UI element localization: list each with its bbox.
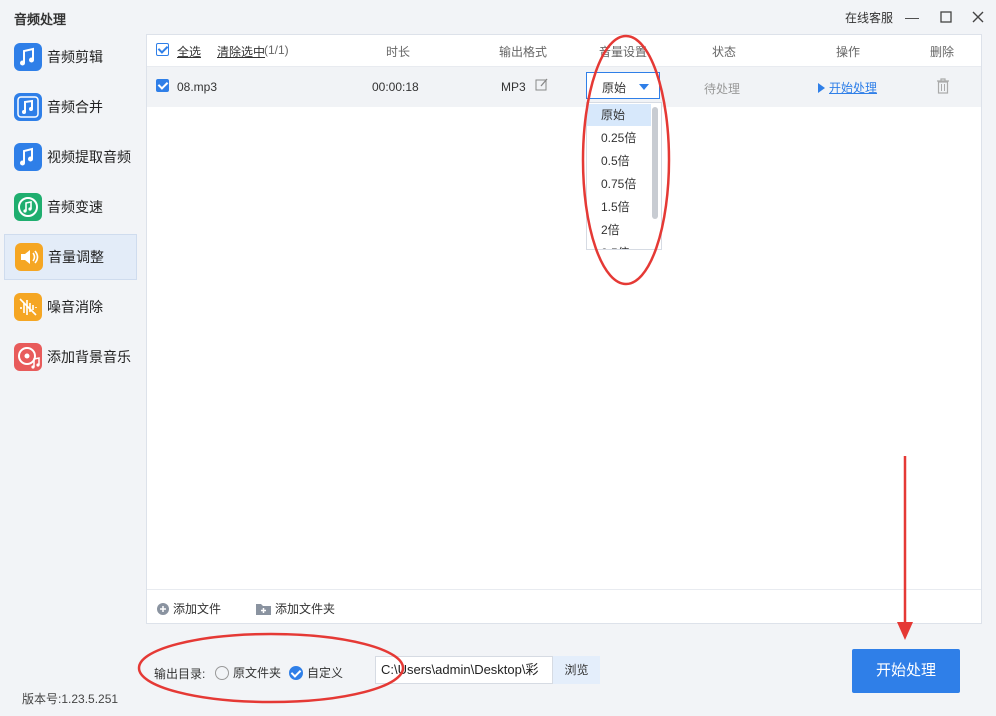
- sidebar-item-label: 视频提取音频: [47, 149, 131, 165]
- audio-cut-icon: [14, 43, 42, 71]
- radio-circle-checked: [289, 665, 303, 680]
- trash-icon[interactable]: [936, 78, 950, 97]
- select-all-checkbox[interactable]: [156, 43, 169, 57]
- bottom-bar: 输出目录: 原文件夹 自定义 C:\Users\admin\Desktop\彩 …: [0, 634, 996, 716]
- header-delete: 删除: [930, 45, 955, 59]
- volume-option[interactable]: 原始: [587, 104, 651, 126]
- clear-selection-link[interactable]: 清除选中: [217, 43, 265, 60]
- start-process-link[interactable]: 开始处理: [818, 79, 877, 96]
- plus-circle-icon: [157, 602, 169, 615]
- output-path-field[interactable]: C:\Users\admin\Desktop\彩: [375, 656, 553, 684]
- file-name: 08.mp3: [177, 80, 218, 94]
- table-header: 全选 清除选中 (1/1) 时长 输出格式 音量设置 状态 操作 删除: [147, 35, 981, 67]
- volume-option[interactable]: 1.5倍: [587, 196, 651, 218]
- sidebar-item-label: 添加背景音乐: [47, 349, 131, 365]
- add-folder-button[interactable]: 添加文件夹: [255, 600, 335, 617]
- selection-count: (1/1): [264, 43, 289, 57]
- app-title: 音频处理: [14, 12, 67, 27]
- video-extract-audio-icon: [14, 143, 42, 171]
- volume-option[interactable]: 0.25倍: [587, 127, 651, 149]
- add-bgm-icon: [14, 343, 42, 371]
- start-process-label: 开始处理: [829, 81, 878, 95]
- volume-option[interactable]: 2.5倍: [587, 242, 651, 249]
- folder-plus-icon: [256, 603, 271, 615]
- sidebar-item-audio-cut[interactable]: 音频剪辑: [4, 34, 137, 80]
- sidebar-item-audio-speed[interactable]: 音频变速: [4, 184, 137, 230]
- close-icon[interactable]: [968, 7, 988, 27]
- file-list-panel: 全选 清除选中 (1/1) 时长 输出格式 音量设置 状态 操作 删除 08.m…: [146, 34, 982, 624]
- add-folder-label: 添加文件夹: [275, 602, 336, 616]
- header-duration: 时长: [386, 45, 411, 59]
- row-checkbox[interactable]: [156, 79, 169, 93]
- panel-footer: 添加文件 添加文件夹: [147, 589, 981, 624]
- status-text: 待处理: [704, 82, 741, 96]
- select-all-link[interactable]: 全选: [177, 43, 201, 60]
- add-file-label: 添加文件: [173, 602, 222, 616]
- audio-merge-icon: [14, 93, 42, 121]
- sidebar-item-label: 音频合并: [47, 99, 103, 115]
- radio-circle: [215, 665, 229, 680]
- customer-service-link[interactable]: 在线客服: [845, 9, 893, 26]
- table-row: 08.mp3 00:00:18 MP3 原始 待处理 开始处理: [147, 67, 981, 107]
- sidebar-item-label: 音频变速: [47, 199, 103, 215]
- sidebar-item-audio-merge[interactable]: 音频合并: [4, 84, 137, 130]
- radio-custom-label: 自定义: [307, 666, 344, 680]
- noise-removal-icon: [14, 293, 42, 321]
- sidebar-item-label: 音量调整: [48, 249, 104, 265]
- volume-select[interactable]: 原始: [586, 72, 660, 99]
- file-format: MP3: [501, 80, 526, 94]
- header-status: 状态: [712, 45, 737, 59]
- minimize-icon[interactable]: —: [902, 7, 922, 27]
- dropdown-scrollbar[interactable]: [652, 107, 658, 219]
- sidebar-item-add-bgm[interactable]: 添加背景音乐: [4, 334, 137, 380]
- file-duration: 00:00:18: [372, 80, 419, 94]
- play-icon: [818, 83, 825, 93]
- volume-option[interactable]: 0.5倍: [587, 150, 651, 172]
- header-volume: 音量设置: [599, 45, 648, 59]
- volume-select-value: 原始: [602, 81, 627, 95]
- sidebar-item-video-extract-audio[interactable]: 视频提取音频: [4, 134, 137, 180]
- edit-format-icon[interactable]: [535, 78, 549, 95]
- audio-speed-icon: [14, 193, 42, 221]
- volume-option[interactable]: 0.75倍: [587, 173, 651, 195]
- add-file-button[interactable]: 添加文件: [156, 600, 221, 617]
- output-dir-label: 输出目录:: [154, 667, 206, 681]
- start-process-button[interactable]: 开始处理: [852, 649, 960, 693]
- radio-original-label: 原文件夹: [233, 666, 282, 680]
- sidebar: 音频剪辑 音频合并 视频提取音频 音频变速 音量调整 噪音消除 添加背景音乐: [0, 34, 146, 634]
- chevron-down-icon: [639, 84, 649, 90]
- radio-original-folder[interactable]: 原文件夹: [215, 664, 281, 681]
- volume-adjust-icon: [15, 243, 43, 271]
- sidebar-item-volume-adjust[interactable]: 音量调整: [4, 234, 137, 280]
- sidebar-item-label: 音频剪辑: [47, 49, 103, 65]
- volume-dropdown: 原始 0.25倍 0.5倍 0.75倍 1.5倍 2倍 2.5倍: [586, 102, 662, 250]
- header-action: 操作: [836, 45, 861, 59]
- browse-button[interactable]: 浏览: [553, 656, 600, 684]
- title-bar: 音频处理 在线客服 —: [0, 0, 996, 34]
- version-label: 版本号:1.23.5.251: [22, 692, 119, 706]
- volume-option[interactable]: 2倍: [587, 219, 651, 241]
- radio-custom-folder[interactable]: 自定义: [289, 664, 343, 681]
- maximize-icon[interactable]: [936, 7, 956, 27]
- sidebar-item-noise-removal[interactable]: 噪音消除: [4, 284, 137, 330]
- header-format: 输出格式: [499, 45, 548, 59]
- sidebar-item-label: 噪音消除: [47, 299, 103, 315]
